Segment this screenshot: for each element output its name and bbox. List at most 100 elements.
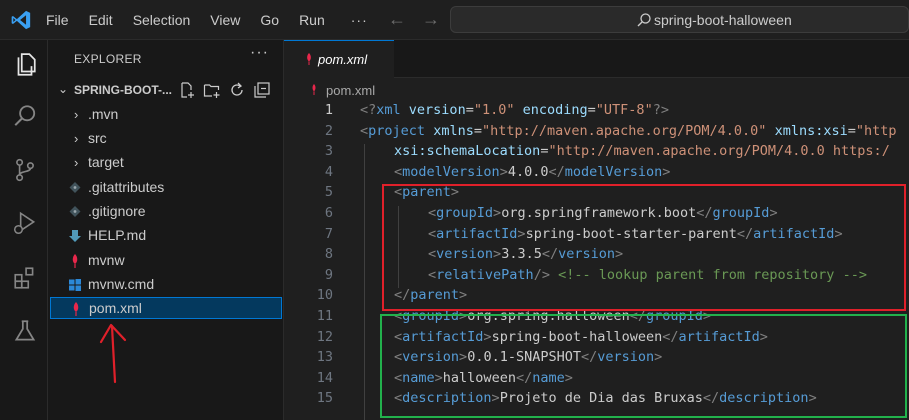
line-number: 1 (324, 102, 333, 118)
code-token: project (368, 122, 426, 139)
tree-item-pom-xml[interactable]: pom.xml (50, 297, 282, 319)
search-text: spring-boot-halloween (654, 12, 792, 28)
code-token: > (662, 163, 671, 180)
breadcrumb: pom.xml (284, 79, 909, 101)
menu-bar: File Edit Selection View Go Run ··· (46, 0, 388, 40)
tree-item-label: .gitignore (88, 203, 146, 219)
menu-file[interactable]: File (46, 12, 69, 28)
workspace-folder-header[interactable]: ⌄ SPRING-BOOT-... (48, 79, 283, 101)
vscode-logo-icon[interactable] (10, 9, 32, 31)
menu-selection[interactable]: Selection (133, 12, 191, 28)
tab-pom-xml[interactable]: pom.xml (284, 40, 394, 78)
chevron-right-icon: › (74, 107, 79, 122)
maven-feather-icon (73, 302, 79, 316)
code-token: "http://maven.apache.org/POM/4.0.0 https… (548, 143, 890, 160)
menu-edit[interactable]: Edit (89, 12, 113, 28)
line-number: 3 (324, 143, 333, 160)
explorer-title: EXPLORER (74, 52, 142, 66)
line-number: 7 (324, 225, 333, 242)
line-number: 8 (324, 246, 333, 263)
chevron-right-icon: › (74, 131, 79, 146)
line-number: 15 (316, 390, 333, 407)
source-control-icon[interactable] (12, 157, 38, 183)
code-token: "http://maven.apache.org/POM/4.0.0" (481, 122, 767, 139)
line-number: 6 (324, 205, 333, 221)
code-token: xmlns (433, 122, 474, 139)
line-number: 4 (324, 163, 333, 180)
git-file-icon (69, 182, 81, 193)
forward-arrow-icon[interactable]: → (422, 9, 440, 29)
code-token: version (408, 102, 466, 118)
tree-item-label: mvnw.cmd (88, 276, 155, 292)
tree-item-label: pom.xml (89, 300, 142, 316)
code-token: encoding (522, 102, 588, 118)
menu-go[interactable]: Go (260, 12, 279, 28)
code-token: < (360, 122, 369, 139)
tree-item-mvnw-cmd[interactable]: mvnw.cmd (50, 274, 282, 296)
command-center-search[interactable]: spring-boot-halloween (450, 6, 909, 33)
run-debug-icon[interactable] (12, 210, 38, 236)
explorer-more-button[interactable]: ··· (250, 44, 269, 62)
tree-item-mvn[interactable]: › .mvn (50, 104, 282, 126)
files-icon[interactable] (12, 52, 38, 78)
chevron-down-icon: ⌄ (58, 82, 69, 96)
code-token: "http (855, 122, 897, 139)
maven-feather-icon (72, 254, 78, 268)
menu-more-button[interactable]: ··· (351, 12, 368, 28)
tab-label: pom.xml (318, 52, 368, 67)
code-token: "UTF-8" (595, 102, 653, 118)
tree-item-label: mvnw (88, 252, 125, 268)
new-file-icon[interactable] (178, 81, 196, 99)
tree-item-gitignore[interactable]: .gitignore (50, 201, 282, 223)
code-token: </ (548, 163, 565, 180)
line-number: 12 (316, 328, 333, 345)
refresh-icon[interactable] (228, 81, 246, 99)
tree-item-help-md[interactable]: HELP.md (50, 225, 282, 247)
tree-item-target[interactable]: › target (50, 152, 282, 174)
tree-item-gitattributes[interactable]: .gitattributes (50, 177, 282, 199)
code-text: xsi:schemaLocation="http://maven.apache.… (394, 143, 890, 159)
annotation-arrow-icon (99, 323, 127, 384)
line-number: 13 (316, 349, 333, 366)
extensions-icon[interactable] (12, 265, 38, 291)
code-token: xsi:schemaLocation (394, 143, 541, 160)
tree-item-src[interactable]: › src (50, 128, 282, 150)
line-number: 14 (316, 369, 333, 386)
title-bar: File Edit Selection View Go Run ··· ← → s… (0, 0, 909, 40)
explorer-sidebar: EXPLORER ··· ⌄ SPRING-BOOT-... › .mvn › … (48, 40, 284, 420)
line-number: 5 (324, 184, 333, 201)
code-token: = (473, 122, 482, 139)
code-token: modelVersion (402, 163, 500, 180)
code-token: > (499, 163, 508, 180)
code-token: <? (360, 102, 377, 118)
tab-bar: pom.xml (284, 40, 909, 78)
markdown-download-icon (69, 230, 81, 242)
project-info-highlight-box (380, 314, 907, 418)
testing-icon[interactable] (12, 318, 38, 344)
menu-view[interactable]: View (210, 12, 240, 28)
line-number: 9 (324, 266, 333, 283)
maven-feather-icon (312, 84, 316, 95)
code-text: <project xmlns="http://maven.apache.org/… (360, 123, 897, 139)
code-token: xmlns:xsi (774, 122, 848, 139)
new-folder-icon[interactable] (203, 81, 221, 99)
tree-item-label: HELP.md (88, 227, 147, 243)
line-number: 11 (316, 308, 333, 324)
chevron-right-icon: › (74, 155, 79, 170)
search-icon[interactable] (12, 103, 38, 129)
line-number: 2 (324, 122, 333, 139)
tree-item-mvnw[interactable]: mvnw (50, 250, 282, 272)
code-token: = (587, 102, 596, 118)
collapse-all-icon[interactable] (253, 81, 271, 99)
back-arrow-icon[interactable]: ← (388, 9, 406, 29)
breadcrumb-file[interactable]: pom.xml (326, 83, 375, 98)
tree-item-label: target (88, 154, 124, 170)
menu-run[interactable]: Run (299, 12, 325, 28)
windows-icon (69, 279, 81, 291)
line-number: 10 (316, 287, 333, 304)
code-token: = (465, 102, 474, 118)
